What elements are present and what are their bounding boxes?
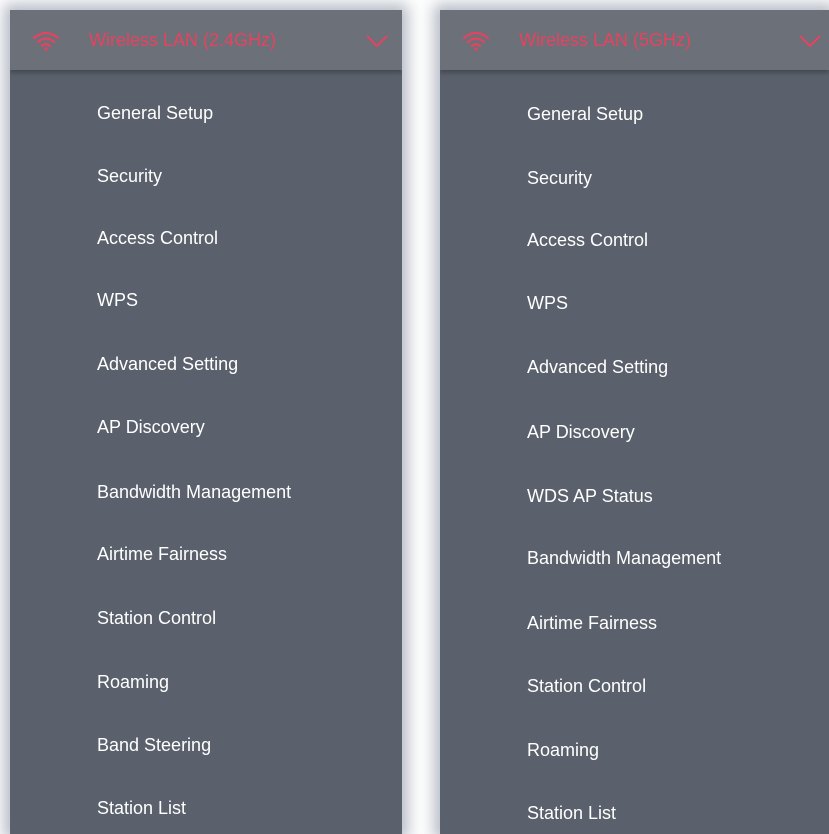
menu-item-wps[interactable]: WPS [527,292,568,314]
menu-item-access-control[interactable]: Access Control [527,229,648,251]
menu-item-general-setup[interactable]: General Setup [527,103,643,125]
wifi-icon [32,31,60,51]
menu-item-ap-discovery[interactable]: AP Discovery [527,421,635,443]
menu-item-access-control[interactable]: Access Control [97,227,218,249]
wireless-lan-24ghz-menu: Wireless LAN (2.4GHz) General Setup Secu… [10,10,402,834]
menu-item-roaming[interactable]: Roaming [97,671,169,693]
wireless-lan-24ghz-header[interactable]: Wireless LAN (2.4GHz) [10,10,402,70]
menu-item-bandwidth-management[interactable]: Bandwidth Management [97,481,291,503]
wireless-lan-5ghz-menu: Wireless LAN (5GHz) General Setup Securi… [440,10,829,834]
menu-title: Wireless LAN (5GHz) [519,30,692,50]
menu-item-station-list[interactable]: Station List [527,802,616,824]
menu-item-airtime-fairness[interactable]: Airtime Fairness [97,543,227,565]
menu-item-bandwidth-management[interactable]: Bandwidth Management [527,547,721,569]
menu-item-advanced-setting[interactable]: Advanced Setting [97,353,238,375]
menu-title: Wireless LAN (2.4GHz) [89,30,277,50]
menu-item-ap-discovery[interactable]: AP Discovery [97,416,205,438]
chevron-down-icon[interactable] [366,35,388,48]
menu-item-wps[interactable]: WPS [97,289,138,311]
menu-item-security[interactable]: Security [97,165,162,187]
menu-item-airtime-fairness[interactable]: Airtime Fairness [527,612,657,634]
menu-item-station-control[interactable]: Station Control [527,675,646,697]
menu-item-wds-ap-status[interactable]: WDS AP Status [527,485,653,507]
chevron-down-icon[interactable] [799,35,821,48]
menu-item-security[interactable]: Security [527,167,592,189]
menu-item-roaming[interactable]: Roaming [527,739,599,761]
wifi-icon [462,31,490,51]
menu-item-station-list[interactable]: Station List [97,797,186,819]
menu-item-station-control[interactable]: Station Control [97,607,216,629]
menu-item-general-setup[interactable]: General Setup [97,102,213,124]
menu-item-advanced-setting[interactable]: Advanced Setting [527,356,668,378]
menu-item-band-steering[interactable]: Band Steering [97,734,211,756]
wireless-lan-5ghz-header[interactable]: Wireless LAN (5GHz) [440,10,829,70]
